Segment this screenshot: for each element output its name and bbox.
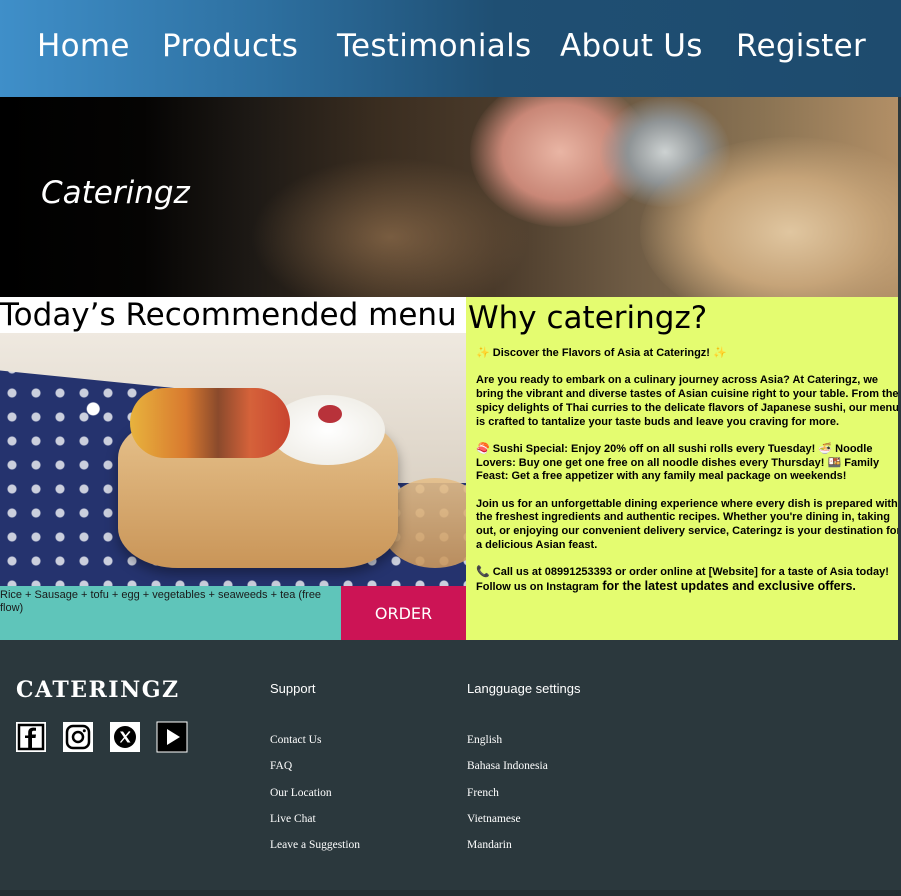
why-follow: for the latest updates and exclusive off… xyxy=(598,578,856,593)
language-bahasa-indonesia[interactable]: Bahasa Indonesia xyxy=(467,760,548,786)
why-cateringz-panel: Why cateringz? ✨ Discover the Flavors of… xyxy=(466,297,898,640)
nav-register[interactable]: Register xyxy=(736,28,866,64)
x-icon[interactable] xyxy=(109,721,141,753)
language-mandarin[interactable]: Mandarin xyxy=(467,839,548,865)
order-button[interactable]: ORDER xyxy=(341,586,466,640)
link-contact-us[interactable]: Contact Us xyxy=(270,734,360,760)
link-our-location[interactable]: Our Location xyxy=(270,787,360,813)
support-heading: Support xyxy=(270,681,316,696)
why-join: Join us for an unforgettable dining expe… xyxy=(476,497,898,551)
sushi-icon: 🍣 xyxy=(476,442,490,455)
nav-about-us[interactable]: About Us xyxy=(560,28,703,64)
footer-bottom-strip xyxy=(0,890,901,896)
link-leave-suggestion[interactable]: Leave a Suggestion xyxy=(270,839,360,865)
language-english[interactable]: English xyxy=(467,734,548,760)
why-intro: Discover the Flavors of Asia at Catering… xyxy=(492,347,710,359)
recommended-menu-title: Today’s Recommended menu xyxy=(0,297,466,333)
link-live-chat[interactable]: Live Chat xyxy=(270,813,360,839)
menu-description: Rice + Sausage + tofu + egg + vegetables… xyxy=(0,589,322,614)
footer-logo: CATERINGZ xyxy=(16,677,180,703)
sparkle-icon: ✨ xyxy=(476,347,490,359)
link-faq[interactable]: FAQ xyxy=(270,760,360,786)
why-body: ✨ Discover the Flavors of Asia at Cateri… xyxy=(476,347,898,595)
family-icon: 🍱 xyxy=(827,456,842,469)
nav-home[interactable]: Home xyxy=(37,28,130,64)
why-title: Why cateringz? xyxy=(468,300,708,336)
language-vietnamese[interactable]: Vietnamese xyxy=(467,813,548,839)
sparkle-icon: ✨ xyxy=(713,347,727,359)
bento-box-image xyxy=(0,333,466,586)
language-links: English Bahasa Indonesia French Vietname… xyxy=(467,734,548,865)
promo-sushi: Sushi Special: Enjoy 20% off on all sush… xyxy=(492,442,816,455)
why-description: Are you ready to embark on a culinary jo… xyxy=(476,374,898,428)
language-french[interactable]: French xyxy=(467,787,548,813)
instagram-icon[interactable] xyxy=(62,721,94,753)
footer: CATERINGZ Support Contact Us FAQ Our Loc… xyxy=(0,640,901,890)
hero-title: Cateringz xyxy=(41,175,190,211)
facebook-icon[interactable] xyxy=(15,721,47,753)
youtube-icon[interactable] xyxy=(156,721,188,753)
why-contact: Call us at 08991253393 or order online a… xyxy=(492,566,889,579)
support-links: Contact Us FAQ Our Location Live Chat Le… xyxy=(270,734,360,865)
instagram-link[interactable]: Follow us on Instagram xyxy=(476,581,599,593)
hero-banner: Cateringz xyxy=(0,97,898,297)
nav-products[interactable]: Products xyxy=(162,28,298,64)
top-navigation: Home Products Testimonials About Us Regi… xyxy=(0,0,901,97)
nav-testimonials[interactable]: Testimonials xyxy=(337,28,531,64)
noodle-icon: 🍜 xyxy=(818,442,833,455)
language-heading: Langguage settings xyxy=(467,681,581,696)
phone-icon: 📞 xyxy=(476,566,490,579)
